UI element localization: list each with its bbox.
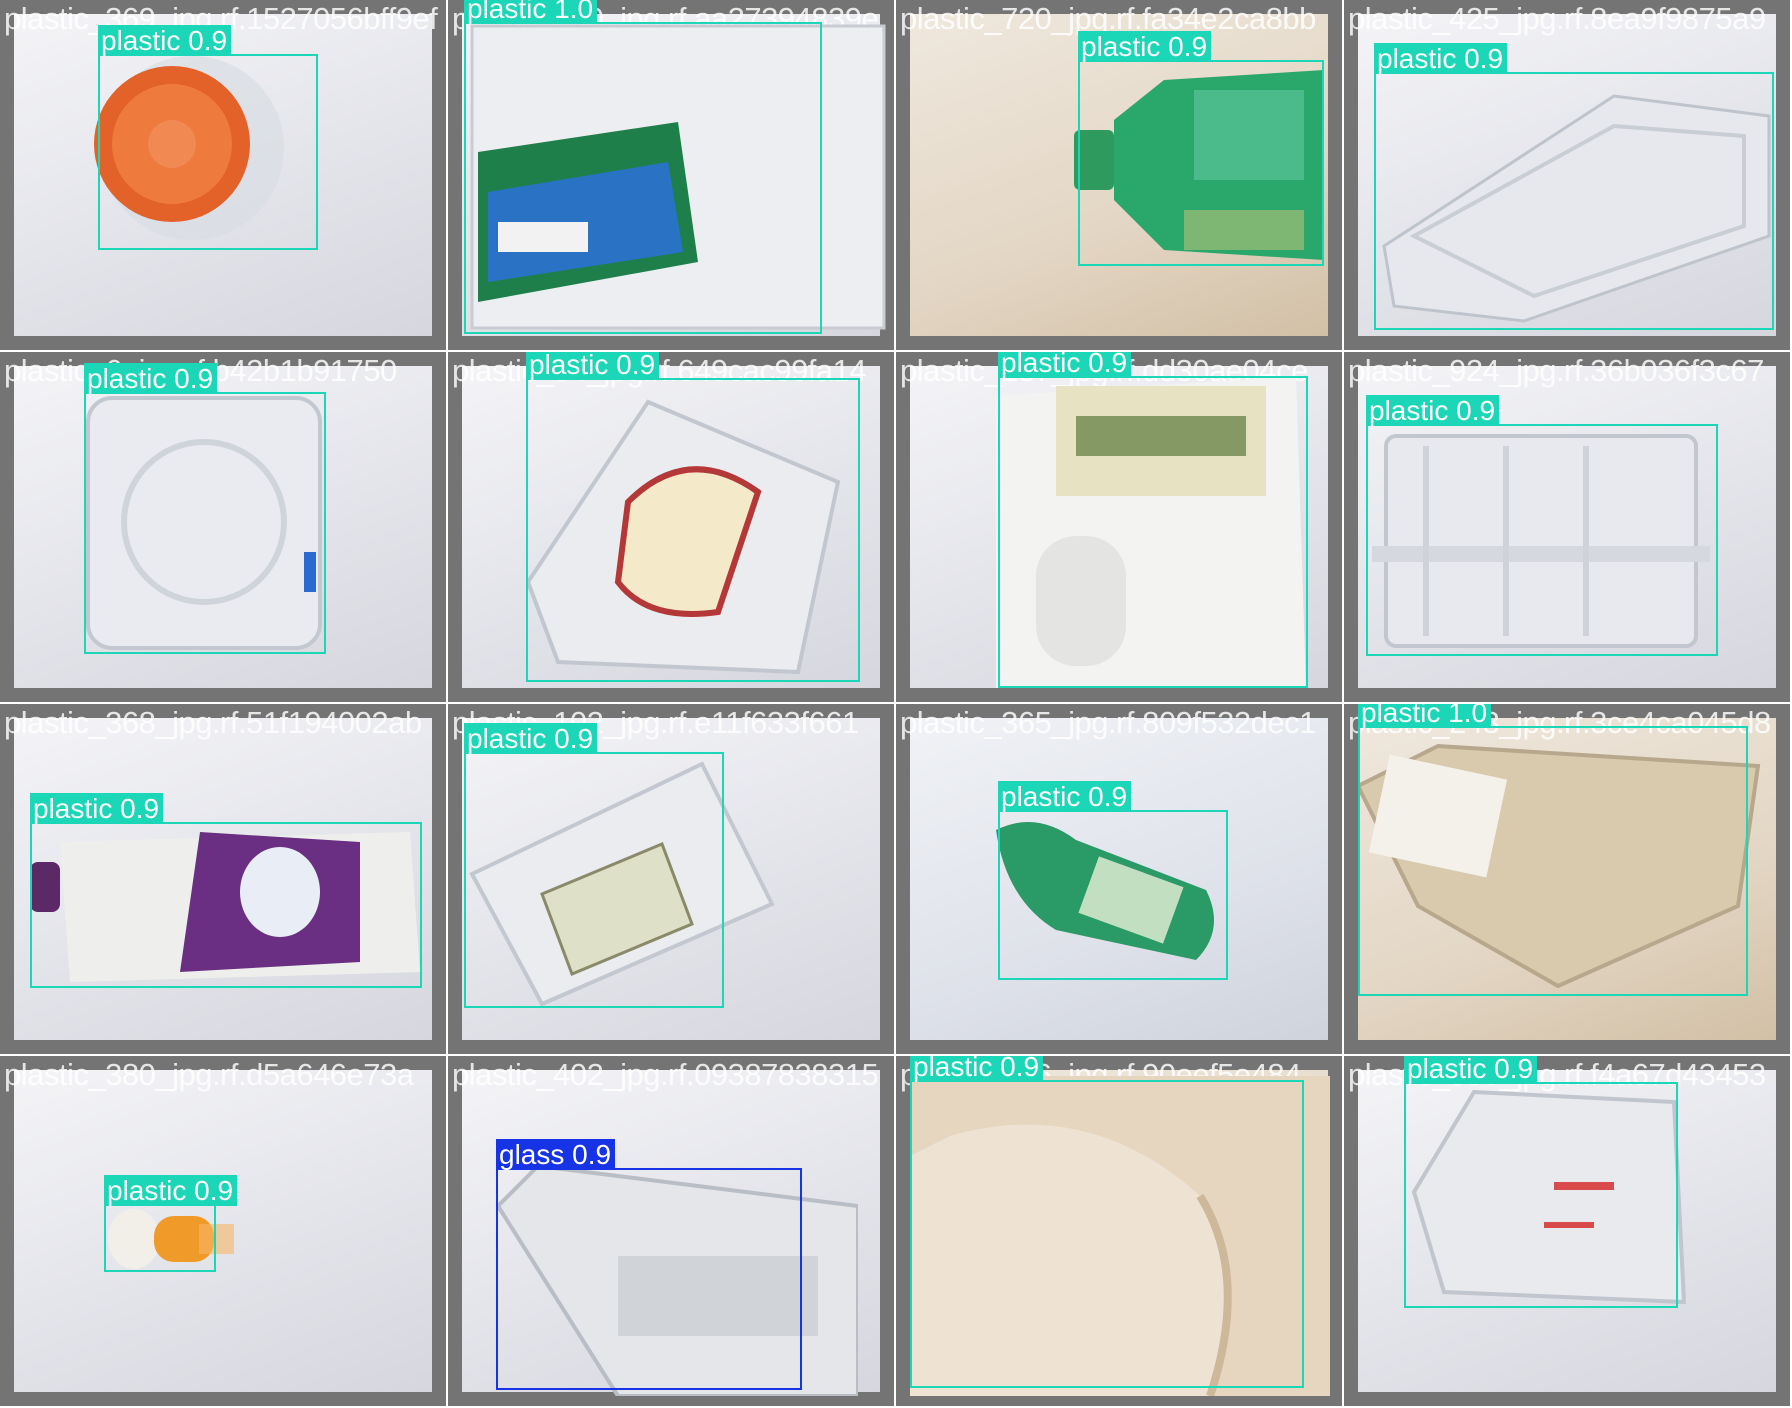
detection-label: plastic 0.9 (84, 363, 218, 394)
detection-box: plastic 0.9 (1366, 395, 1718, 656)
detection-label: glass 0.9 (496, 1139, 616, 1170)
tile-9: plastic_368_jpg.rf.51f194002ab plastic 0… (0, 704, 448, 1056)
detection-box: plastic 0.9 (104, 1175, 238, 1272)
tile-3: plastic_720_jpg.rf.fa34e2ca8bb plastic 0… (896, 0, 1344, 352)
detection-mosaic: plastic_369_jpg.rf.1527056bff9ef plastic… (0, 0, 1792, 1408)
detection-label: plastic 0.9 (464, 723, 598, 754)
tile-7: plastic_187_jpg.rf.dd30ae04ce plastic 0.… (896, 352, 1344, 704)
detection-box: plastic 1.0 (464, 0, 822, 334)
detection-box: plastic 0.9 (1374, 43, 1774, 330)
detection-box: plastic 0.9 (910, 1056, 1304, 1388)
filename-caption: plastic_368_jpg.rf.51f194002ab (4, 705, 422, 740)
tile-2: plastic_290_jpg.rf.aa27394839e plastic 1… (448, 0, 896, 352)
tile-16: plastic_330_jpg.rf.f4a67d43453 plastic 0… (1344, 1056, 1792, 1408)
filename-caption: plastic_402_jpg.rf.09387838315 (452, 1057, 879, 1092)
detection-box: plastic 0.9 (30, 793, 422, 988)
detection-box: plastic 0.9 (998, 352, 1308, 688)
detection-label: plastic 0.9 (104, 1175, 238, 1206)
detection-label: plastic 0.9 (526, 352, 660, 380)
detection-box: plastic 0.9 (1078, 31, 1324, 266)
detection-label: plastic 0.9 (1366, 395, 1500, 426)
tile-11: plastic_365_jpg.rf.809f532dec1 plastic 0… (896, 704, 1344, 1056)
detection-label: plastic 0.9 (98, 25, 232, 56)
filename-caption: plastic_380_jpg.rf.d5a646e73a (4, 1057, 414, 1092)
detection-box: glass 0.9 (496, 1139, 802, 1390)
tile-8: plastic_924_jpg.rf.36b036f3c67 plastic 0… (1344, 352, 1792, 704)
detection-box: plastic 1.0 (1358, 704, 1748, 996)
tile-13: plastic_380_jpg.rf.d5a646e73a plastic 0.… (0, 1056, 448, 1408)
filename-caption: plastic_365_jpg.rf.809f532dec1 (900, 705, 1316, 740)
detection-label: plastic 0.9 (998, 352, 1132, 378)
detection-box: plastic 0.9 (998, 781, 1228, 980)
detection-box: plastic 0.9 (98, 25, 318, 250)
tile-10: plastic_102_jpg.rf.e11f633f661 plastic 0… (448, 704, 896, 1056)
detection-label: plastic 0.9 (1404, 1056, 1538, 1084)
tile-1: plastic_369_jpg.rf.1527056bff9ef plastic… (0, 0, 448, 352)
detection-box: plastic 0.9 (1404, 1056, 1678, 1308)
detection-box: plastic 0.9 (84, 363, 326, 654)
filename-caption: plastic_924_jpg.rf.36b036f3c67 (1348, 353, 1764, 388)
detection-label: plastic 1.0 (1358, 704, 1492, 728)
detection-label: plastic 0.9 (998, 781, 1132, 812)
tile-4: plastic_425_jpg.rf.8ea9f9875a9 plastic 0… (1344, 0, 1792, 352)
detection-label: plastic 0.9 (30, 793, 164, 824)
detection-label: plastic 0.9 (910, 1056, 1044, 1082)
detection-label: plastic 1.0 (464, 0, 598, 24)
tile-5: plastic_6_jpg.rf.b42b1b91750 plastic 0.9 (0, 352, 448, 704)
filename-caption: plastic_425_jpg.rf.8ea9f9875a9 (1348, 1, 1766, 36)
tile-6: plastic_34_jpg.rf.649cac99fa14 plastic 0… (448, 352, 896, 704)
tile-15: plastic_646_jpg.rf.90eef5e484 plastic 0.… (896, 1056, 1344, 1408)
tile-12: plastic_243_jpg.rf.3ce4ca045d8 plastic 1… (1344, 704, 1792, 1056)
detection-label: plastic 0.9 (1374, 43, 1508, 74)
detection-label: plastic 0.9 (1078, 31, 1212, 62)
detection-box: plastic 0.9 (526, 352, 860, 682)
detection-box: plastic 0.9 (464, 723, 724, 1008)
tile-14: plastic_402_jpg.rf.09387838315 glass 0.9 (448, 1056, 896, 1408)
